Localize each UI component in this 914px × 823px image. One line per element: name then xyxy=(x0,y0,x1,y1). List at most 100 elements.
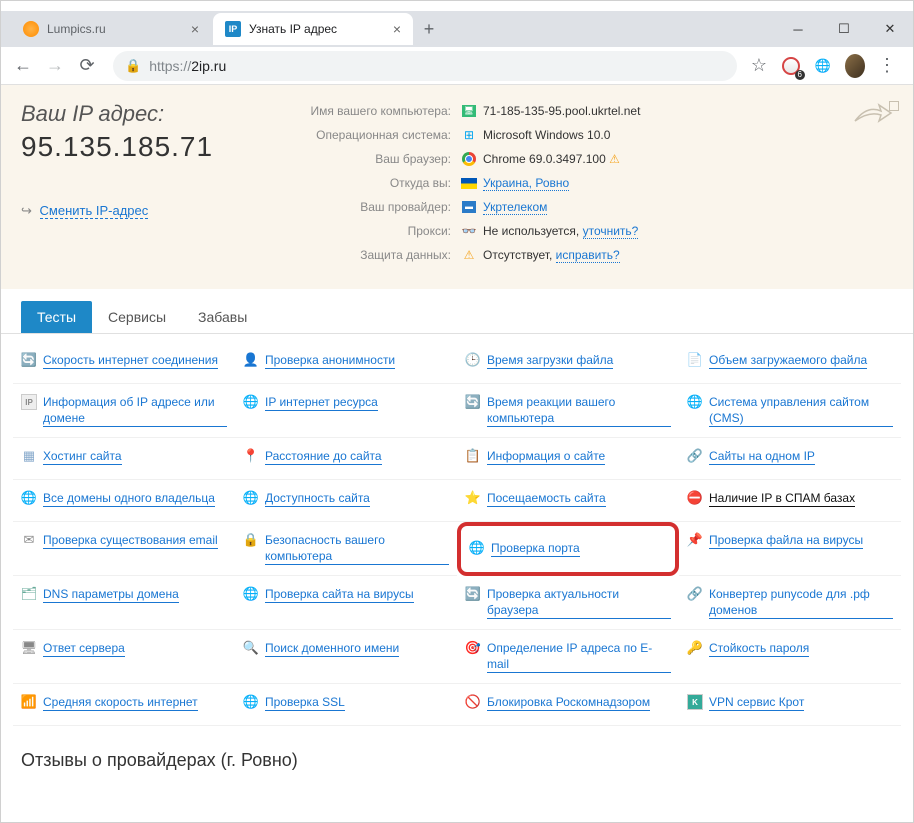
window-minimize[interactable]: ─ xyxy=(775,11,821,47)
service-cell: 🔒Безопасность вашего компьютера xyxy=(235,522,457,576)
service-link[interactable]: Ответ сервера xyxy=(43,640,125,657)
service-link[interactable]: Время реакции вашего компьютера xyxy=(487,394,671,427)
service-link[interactable]: Хостинг сайта xyxy=(43,448,122,465)
service-link[interactable]: Скорость интернет соединения xyxy=(43,352,218,369)
service-link[interactable]: Проверка сайта на вирусы xyxy=(265,586,414,603)
service-icon: IP xyxy=(21,394,37,410)
forward-button[interactable]: → xyxy=(41,52,69,80)
service-link[interactable]: Информация об IP адресе или домене xyxy=(43,394,227,427)
favicon xyxy=(23,21,39,37)
service-cell: 🖥 Ответ сервера xyxy=(13,630,235,684)
opera-extension-icon[interactable]: 6 xyxy=(781,56,801,76)
service-icon: 👤 xyxy=(243,352,259,368)
service-link[interactable]: Определение IP адреса по E-mail xyxy=(487,640,671,673)
service-cell: 🎯 Определение IP адреса по E-mail xyxy=(457,630,679,684)
detail-value: 71-185-135-95.pool.ukrtel.net xyxy=(483,101,640,121)
globe-extension-icon[interactable]: 🌐 xyxy=(813,56,833,76)
menu-icon[interactable]: ⋮ xyxy=(877,56,897,76)
service-link[interactable]: Сайты на одном IP xyxy=(709,448,815,465)
service-link[interactable]: Объем загружаемого файла xyxy=(709,352,867,369)
service-cell: 📄Объем загружаемого файла xyxy=(679,342,901,384)
new-tab-button[interactable]: + xyxy=(415,15,443,43)
services-grid: 🔄 Скорость интернет соединения 👤 Проверка а… xyxy=(1,334,913,734)
service-link[interactable]: Конвертер punycode для .рф доменов xyxy=(709,586,893,619)
favicon: IP xyxy=(225,21,241,37)
service-cell: ▦Хостинг сайта xyxy=(13,438,235,480)
service-cell: 🌐Проверка сайта на вирусы xyxy=(235,576,457,630)
nav-tab-сервисы[interactable]: Сервисы xyxy=(92,301,182,333)
service-link[interactable]: Посещаемость сайта xyxy=(487,490,606,507)
service-icon: 🗂 xyxy=(21,586,37,602)
service-link[interactable]: IP интернет ресурса xyxy=(265,394,378,411)
detail-link[interactable]: уточнить? xyxy=(583,224,639,239)
service-link[interactable]: Стойкость пароля xyxy=(709,640,809,657)
browser-tab-lumpics[interactable]: Lumpics.ru × xyxy=(11,13,211,45)
service-link[interactable]: DNS параметры домена xyxy=(43,586,179,603)
service-link[interactable]: Информация о сайте xyxy=(487,448,605,465)
computer-icon: 🖥 xyxy=(461,103,477,119)
detail-row: Операционная система:⊞Microsoft Windows … xyxy=(281,125,893,145)
warn-icon: ⚠ xyxy=(609,152,620,166)
service-cell: 🔄Время реакции вашего компьютера xyxy=(457,384,679,438)
service-link[interactable]: Блокировка Роскомнадзором xyxy=(487,694,650,711)
service-link[interactable]: Все домены одного владельца xyxy=(43,490,215,507)
window-close[interactable]: ✕ xyxy=(867,11,913,47)
service-link[interactable]: Время загрузки файла xyxy=(487,352,613,369)
service-link[interactable]: Безопасность вашего компьютера xyxy=(265,532,449,565)
service-icon: 🔄 xyxy=(21,352,37,368)
service-cell: 📋Информация о сайте xyxy=(457,438,679,480)
warn-icon: ⚠ xyxy=(461,247,477,263)
service-icon: 🌐 xyxy=(21,490,37,506)
service-icon: 🎯 xyxy=(465,640,481,656)
service-cell: 📌Проверка файла на вирусы xyxy=(679,522,901,576)
service-link[interactable]: Проверка SSL xyxy=(265,694,345,711)
service-icon: 🌐 xyxy=(687,394,703,410)
detail-label: Ваш браузер: xyxy=(281,149,461,169)
detail-row: Ваш браузер:Chrome 69.0.3497.100 ⚠ xyxy=(281,149,893,169)
star-icon[interactable]: ☆ xyxy=(749,56,769,76)
service-icon: 🖥 xyxy=(21,640,37,656)
window-maximize[interactable]: ☐ xyxy=(821,11,867,47)
detail-link[interactable]: Укртелеком xyxy=(483,200,547,215)
service-cell: 🕒Время загрузки файла xyxy=(457,342,679,384)
browser-toolbar: ← → ⟳ 🔒 https://2ip.ru ☆ 6 🌐 ⋮ xyxy=(1,47,913,85)
detail-label: Откуда вы: xyxy=(281,173,461,193)
service-link[interactable]: Доступность сайта xyxy=(265,490,370,507)
service-link[interactable]: Проверка актуальности браузера xyxy=(487,586,671,619)
service-icon: 🔄 xyxy=(465,586,481,602)
reload-button[interactable]: ⟳ xyxy=(73,52,101,80)
service-link[interactable]: Средняя скорость интернет xyxy=(43,694,198,711)
change-ip-link[interactable]: Сменить IP-адрес xyxy=(40,203,149,219)
detail-link[interactable]: Украина, Ровно xyxy=(483,176,569,191)
share-icon[interactable] xyxy=(853,101,893,125)
service-link[interactable]: Наличие IP в СПАМ базах xyxy=(709,490,855,507)
detail-row: Откуда вы: Украина, Ровно xyxy=(281,173,893,193)
profile-avatar[interactable] xyxy=(845,56,865,76)
service-link[interactable]: Расстояние до сайта xyxy=(265,448,382,465)
service-cell: 🌐 Система управления сайтом (CMS) xyxy=(679,384,901,438)
lock-icon: 🔒 xyxy=(125,58,141,74)
service-link[interactable]: Проверка порта xyxy=(491,540,580,557)
back-button[interactable]: ← xyxy=(9,52,37,80)
service-icon: ⛔ xyxy=(687,490,703,506)
ip-address: 95.135.185.71 xyxy=(21,131,281,163)
service-link[interactable]: VPN сервис Крот xyxy=(709,694,804,711)
nav-tab-забавы[interactable]: Забавы xyxy=(182,301,263,333)
detail-value: Укртелеком xyxy=(483,197,547,217)
browser-tab-2ip[interactable]: IP Узнать IP адрес × xyxy=(213,13,413,45)
service-link[interactable]: Проверка существования email xyxy=(43,532,218,549)
close-icon[interactable]: × xyxy=(191,21,199,37)
nav-tab-тесты[interactable]: Тесты xyxy=(21,301,92,333)
service-link[interactable]: Поиск доменного имени xyxy=(265,640,399,657)
service-link[interactable]: Проверка анонимности xyxy=(265,352,395,369)
detail-link[interactable]: исправить? xyxy=(556,248,620,263)
service-cell: 🔗Сайты на одном IP xyxy=(679,438,901,480)
change-ip-icon: ↪ xyxy=(21,203,32,218)
service-cell: ✉Проверка существования email xyxy=(13,522,235,576)
url-text: https://2ip.ru xyxy=(149,58,226,74)
service-link[interactable]: Проверка файла на вирусы xyxy=(709,532,863,549)
service-link[interactable]: Система управления сайтом (CMS) xyxy=(709,394,893,427)
close-icon[interactable]: × xyxy=(393,21,401,37)
address-bar[interactable]: 🔒 https://2ip.ru xyxy=(113,51,737,81)
service-cell: 🔍Поиск доменного имени xyxy=(235,630,457,684)
